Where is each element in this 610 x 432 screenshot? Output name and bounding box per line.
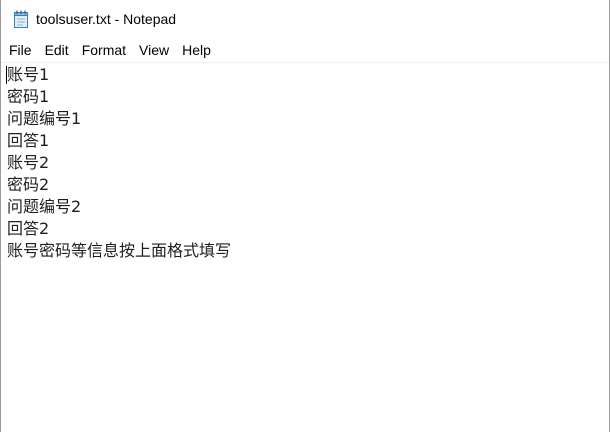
menu-file[interactable]: File [3, 39, 38, 61]
text-line: 回答2 [7, 219, 50, 238]
text-line: 回答1 [7, 131, 50, 150]
menu-edit[interactable]: Edit [39, 39, 75, 61]
text-caret [6, 66, 7, 84]
text-line: 问题编号1 [7, 109, 82, 128]
menu-help[interactable]: Help [176, 39, 217, 61]
menu-format[interactable]: Format [76, 39, 132, 61]
menu-bar: File Edit Format View Help [1, 38, 609, 62]
text-editor[interactable]: 账号1 密码1 问题编号1 回答1 账号2 密码2 问题编号2 回答2 账号密码… [1, 63, 609, 432]
text-line: 账号1 [7, 65, 50, 84]
text-line: 账号密码等信息按上面格式填写 [7, 241, 232, 260]
text-line: 问题编号2 [7, 197, 82, 216]
notepad-icon [13, 10, 29, 28]
text-line: 密码2 [7, 175, 50, 194]
text-line: 密码1 [7, 87, 50, 106]
menu-view[interactable]: View [133, 39, 175, 61]
title-bar[interactable]: toolsuser.txt - Notepad [1, 0, 609, 38]
text-line: 账号2 [7, 153, 50, 172]
window-title: toolsuser.txt - Notepad [36, 11, 177, 27]
notepad-window: toolsuser.txt - Notepad File Edit Format… [0, 0, 610, 432]
